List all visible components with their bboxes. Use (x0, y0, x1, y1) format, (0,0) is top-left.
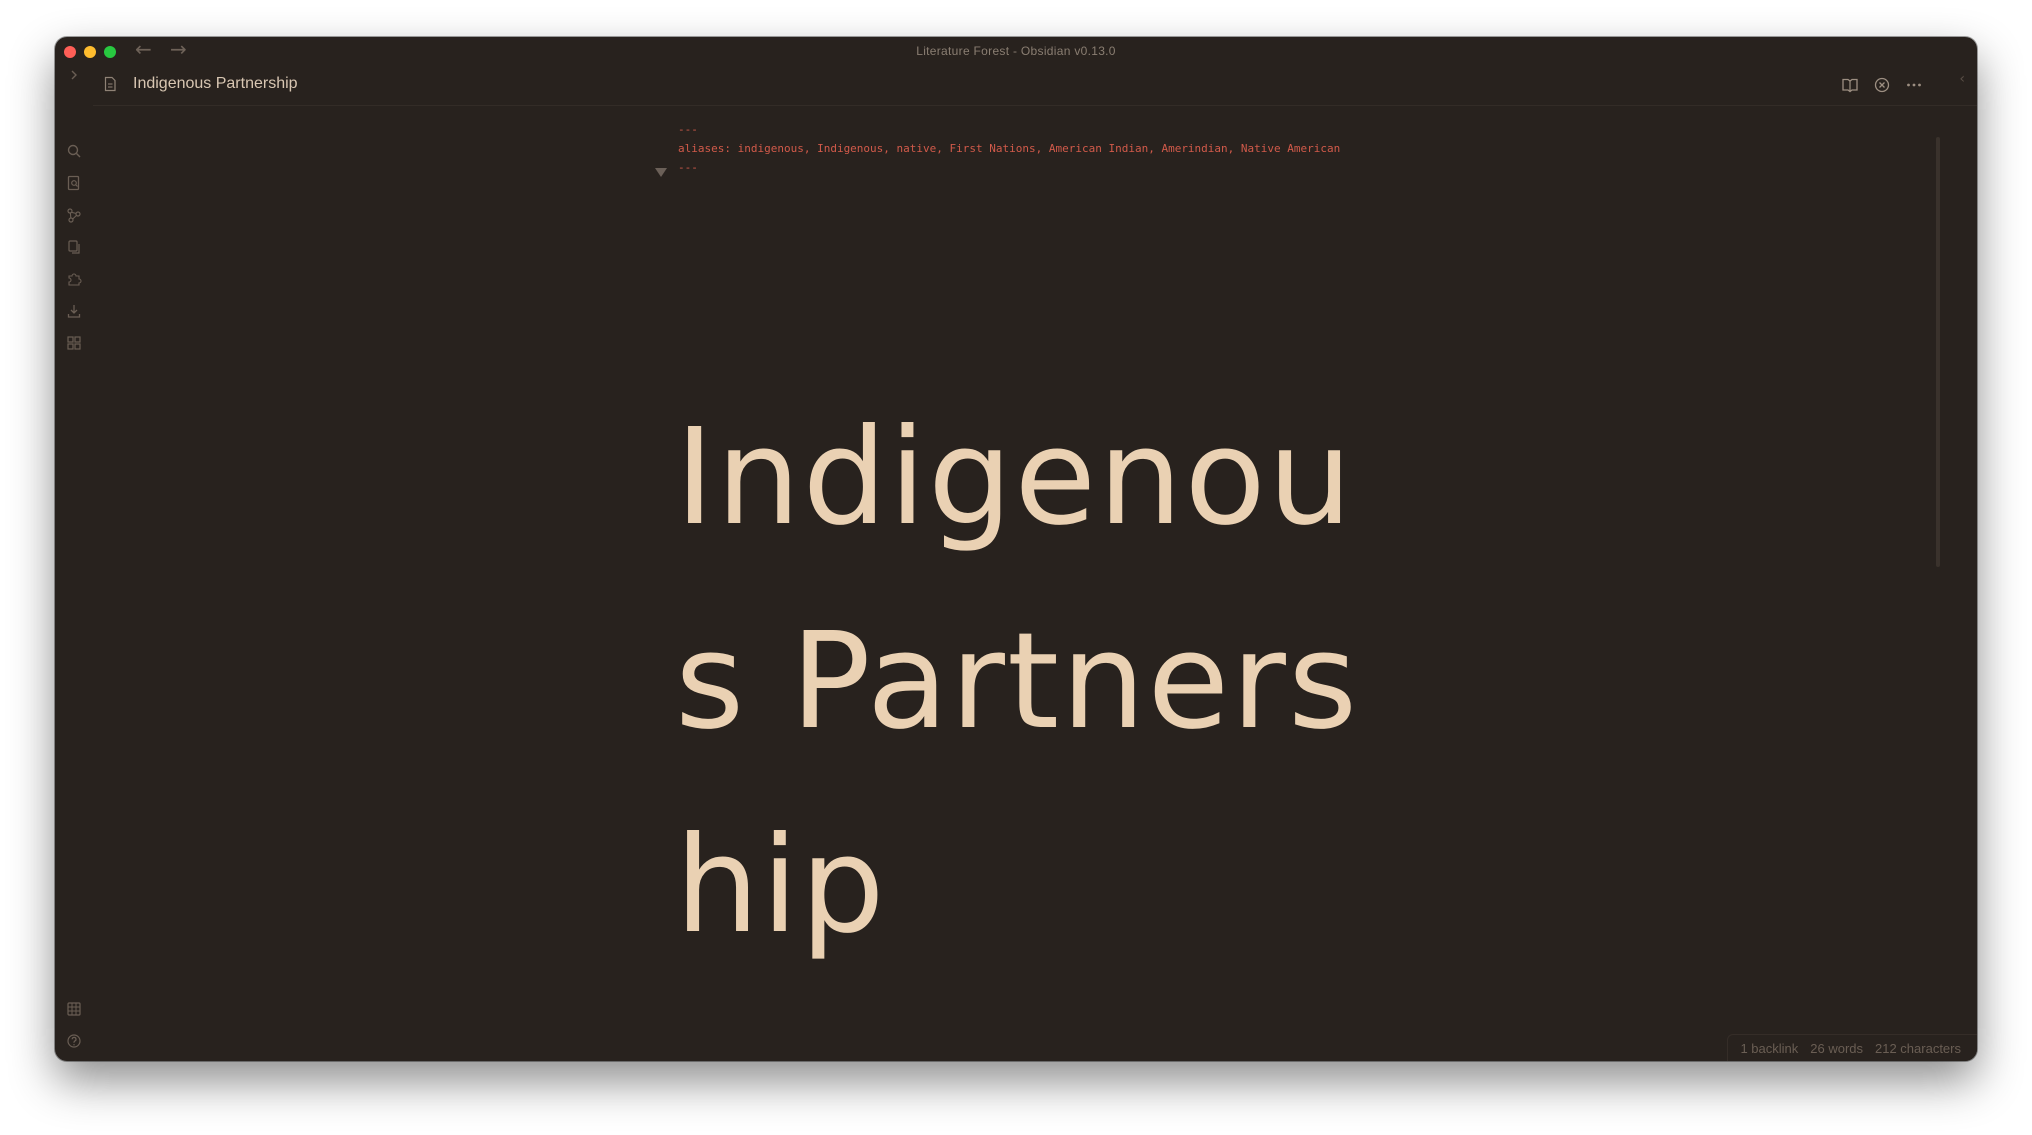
graph-icon[interactable] (65, 206, 83, 224)
download-icon[interactable] (65, 302, 83, 320)
layout-icon[interactable] (65, 334, 83, 352)
book-open-icon[interactable] (1841, 76, 1859, 94)
obsidian-window: ← → Literature Forest - Obsidian v0.13.0 (55, 37, 1977, 1061)
vault-icon[interactable] (65, 1000, 83, 1018)
window-title: Literature Forest - Obsidian v0.13.0 (916, 44, 1116, 58)
expand-sidebar-icon[interactable] (65, 66, 83, 84)
search-icon[interactable] (65, 142, 83, 160)
status-bar: 1 backlink 26 words 212 characters (1727, 1034, 1977, 1061)
frontmatter-block[interactable]: --- aliases: indigenous, Indigenous, nati… (678, 120, 1340, 177)
editor-pane[interactable]: --- aliases: indigenous, Indigenous, nati… (93, 106, 1942, 1061)
file-search-icon[interactable] (65, 174, 83, 192)
collapse-right-sidebar-icon[interactable]: ‹ (1959, 71, 1965, 87)
more-horizontal-icon[interactable] (1905, 76, 1923, 94)
file-icon (102, 76, 118, 92)
puzzle-icon[interactable] (65, 270, 83, 288)
status-character-count: 212 characters (1875, 1040, 1961, 1056)
note-title[interactable]: Indigenous Partnership (133, 75, 298, 93)
status-word-count: 26 words (1810, 1040, 1863, 1056)
copy-icon[interactable] (65, 238, 83, 256)
help-icon[interactable] (65, 1032, 83, 1050)
frontmatter-delimiter-open: --- (678, 123, 698, 136)
frontmatter-delimiter-close: --- (678, 161, 698, 174)
frontmatter-aliases: aliases: indigenous, Indigenous, native,… (678, 142, 1341, 155)
title-bar: ← → Literature Forest - Obsidian v0.13.0 (55, 37, 1977, 65)
editor-scrollbar[interactable] (1936, 137, 1940, 567)
left-ribbon (55, 65, 93, 1061)
fold-caret-icon[interactable] (655, 168, 667, 177)
status-backlinks[interactable]: 1 backlink (1740, 1041, 1798, 1056)
view-header: Indigenous Partnership (93, 65, 1977, 106)
note-heading: Indigenous Partnership (675, 401, 1360, 963)
close-circle-icon[interactable] (1873, 76, 1891, 94)
